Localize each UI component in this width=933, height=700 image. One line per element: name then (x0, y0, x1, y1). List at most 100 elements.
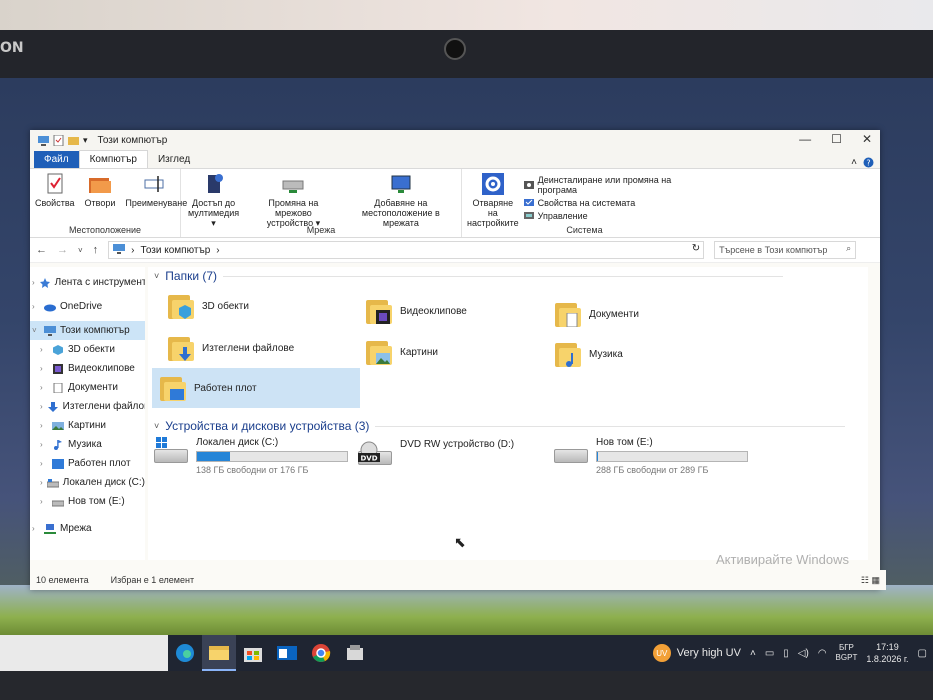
store-icon[interactable] (236, 636, 270, 670)
back-arrow-icon[interactable]: ← (36, 244, 47, 256)
up-arrow-icon[interactable]: ↑ (93, 244, 99, 256)
taskbar-search-area[interactable] (0, 635, 168, 671)
nav-item-local-disk-c[interactable]: › Локален диск (C:) (30, 473, 145, 492)
folder-icon (168, 333, 196, 363)
meet-icon[interactable]: ▭ (765, 648, 774, 659)
ribbon-group-network: Достъп до мултимедия ▾ Промяна на мрежов… (181, 169, 462, 237)
folder-3d-objects[interactable]: 3D обекти (168, 287, 358, 325)
recent-locations-icon[interactable]: ˅ (78, 246, 83, 255)
drives-section-header[interactable]: ˅ Устройства и дискови устройства (3) (154, 419, 846, 433)
nav-item-new-volume-e[interactable]: › Нов том (E:) (30, 492, 145, 511)
maximize-icon[interactable]: ☐ (831, 132, 842, 146)
drive-local-disk-c[interactable]: Локален диск (C:) 138 ГБ свободни от 176… (154, 437, 348, 475)
refresh-icon[interactable]: ↻ (692, 243, 700, 254)
language-indicator[interactable]: БГР BGPT (836, 643, 858, 663)
ribbon-group-label: Местоположение (68, 225, 142, 235)
expand-icon[interactable]: › (40, 478, 43, 487)
drive-dvd-d[interactable]: DVD DVD RW устройство (D:) (358, 439, 514, 467)
properties-icon[interactable] (53, 134, 64, 146)
wifi-icon[interactable]: ◠ (818, 648, 827, 659)
drives-section-title: Устройства и дискови устройства (3) (165, 419, 370, 433)
expand-icon[interactable]: › (40, 402, 43, 411)
nav-item-3d-objects[interactable]: › 3D обекти (30, 340, 145, 359)
nav-item-label: Музика (68, 439, 102, 450)
nav-item-label: Документи (68, 382, 118, 393)
minimize-icon[interactable]: — (799, 132, 811, 146)
search-input[interactable]: Търсене в Този компютър ⌕ (714, 241, 857, 259)
search-icon[interactable]: ⌕ (846, 243, 851, 254)
collapse-icon[interactable]: ˅ (32, 326, 40, 335)
folder-pictures[interactable]: Картини (366, 333, 546, 371)
address-bar[interactable]: › Този компютър › ↻ (108, 241, 705, 259)
nav-item-videos[interactable]: › Видеоклипове (30, 359, 145, 378)
nav-item-documents[interactable]: › Документи (30, 378, 145, 397)
expand-icon[interactable]: › (40, 364, 48, 373)
weather-widget[interactable]: UV Very high UV (652, 644, 741, 662)
clock[interactable]: 17:19 1.8.2026 г. (866, 641, 908, 665)
chevron-down-icon[interactable]: ▾ (83, 135, 88, 146)
selection-count: Избран е 1 елемент (110, 575, 195, 585)
expand-icon[interactable]: › (32, 278, 35, 287)
chrome-icon[interactable] (304, 636, 338, 670)
expand-icon[interactable]: › (40, 497, 48, 506)
folder-downloads[interactable]: Изтеглени файлове (168, 329, 358, 367)
tab-view[interactable]: Изглед (148, 151, 200, 168)
breadcrumb-this-pc[interactable]: Този компютър (141, 245, 211, 256)
drive-usage-fill (597, 452, 598, 461)
close-icon[interactable]: ✕ (862, 132, 872, 146)
ribbon-group-label: Мрежа (306, 225, 336, 235)
expand-icon[interactable]: › (32, 524, 40, 533)
nav-item-quick-access[interactable]: › Лента с инструменти (30, 273, 145, 292)
nav-item-network[interactable]: › Мрежа (30, 519, 145, 538)
folders-section-header[interactable]: ˅ Папки (7) (154, 269, 784, 283)
folder-music[interactable]: Музика (555, 335, 735, 373)
chevron-down-icon: ˅ (154, 271, 160, 281)
item-count: 10 елемента (36, 575, 89, 585)
document-icon (565, 312, 579, 328)
add-network-location-line1: Добавяне на (374, 198, 428, 208)
app-icon[interactable] (338, 636, 372, 670)
star-icon (39, 277, 51, 288)
nav-item-pictures[interactable]: › Картини (30, 416, 145, 435)
battery-icon[interactable]: ▯ (783, 648, 789, 659)
help-icon[interactable]: ? (863, 157, 874, 171)
uv-icon: UV (652, 644, 671, 662)
forward-arrow-icon[interactable]: → (57, 244, 68, 256)
folder-label: Видеоклипове (400, 305, 467, 317)
drive-new-volume-e[interactable]: Нов том (E:) 288 ГБ свободни от 289 ГБ (554, 437, 748, 475)
view-toggle[interactable]: ☷ ▦ (861, 575, 880, 586)
volume-icon[interactable]: ◁) (798, 648, 809, 659)
edge-icon[interactable] (168, 636, 202, 670)
tab-file[interactable]: Файл (34, 151, 79, 168)
expand-icon[interactable]: › (32, 302, 40, 311)
folder-documents[interactable]: Документи (555, 295, 735, 333)
nav-item-downloads[interactable]: › Изтеглени файлове (30, 397, 145, 416)
nav-item-onedrive[interactable]: › OneDrive (30, 297, 145, 316)
nav-item-this-pc[interactable]: ˅ Този компютър (30, 321, 145, 340)
expand-icon[interactable]: › (40, 459, 48, 468)
chevron-up-icon[interactable]: ˄ (750, 648, 756, 659)
system-properties-item[interactable]: Свойства на системата (523, 198, 707, 208)
folder-videos[interactable]: Видеоклипове (366, 292, 546, 330)
folder-icon[interactable] (68, 135, 79, 146)
rename-label: Преименуване (125, 198, 188, 208)
dvd-drive-icon: DVD (358, 439, 392, 467)
chevron-up-icon[interactable]: ˄ (851, 157, 857, 171)
navigation-pane: › Лента с инструменти › OneDrive ˅ Този … (30, 267, 145, 560)
manage-item[interactable]: Управление (523, 211, 707, 221)
expand-icon[interactable]: › (40, 383, 48, 392)
address-row: ← → ˅ ↑ › Този компютър › ↻ Търсене в То… (30, 238, 880, 263)
expand-icon[interactable]: › (40, 421, 48, 430)
folder-desktop[interactable]: Работен плот (152, 368, 360, 408)
expand-icon[interactable]: › (40, 440, 48, 449)
document-icon (52, 382, 64, 393)
notification-icon[interactable]: ▢ (918, 648, 927, 659)
uninstall-program-item[interactable]: Деинсталиране или промяна на програма (523, 175, 707, 195)
drive-usage-bar (196, 451, 348, 462)
nav-item-desktop[interactable]: › Работен плот (30, 454, 145, 473)
nav-item-music[interactable]: › Музика (30, 435, 145, 454)
file-explorer-icon[interactable] (202, 635, 236, 671)
outlook-icon[interactable] (270, 636, 304, 670)
expand-icon[interactable]: › (40, 345, 48, 354)
tab-computer[interactable]: Компютър (78, 150, 148, 168)
